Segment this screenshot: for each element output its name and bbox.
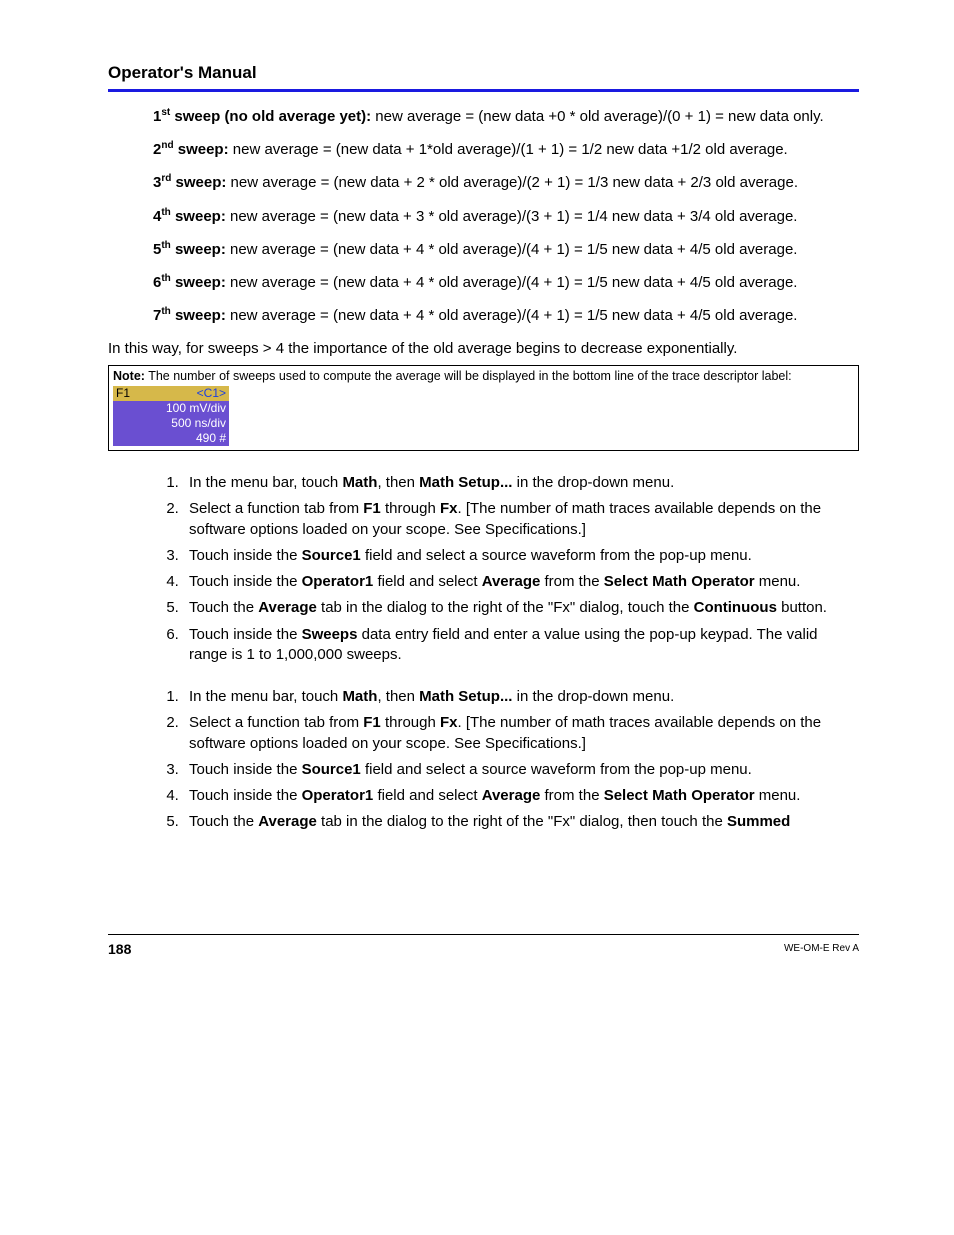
- step-a1: In the menu bar, touch Math, then Math S…: [183, 473, 859, 493]
- step-b3: Touch inside the Source1 field and selec…: [183, 760, 859, 780]
- steps-continuous: In the menu bar, touch Math, then Math S…: [153, 473, 859, 665]
- step-a6: Touch inside the Sweeps data entry field…: [183, 625, 859, 666]
- trace-line1: 100 mV/div: [113, 401, 229, 416]
- page-number: 188: [108, 940, 131, 959]
- trace-f1: F1: [116, 386, 130, 401]
- sweep-3: 3rd sweep: new average = (new data + 2 *…: [153, 172, 859, 193]
- sweep-2: 2nd sweep: new average = (new data + 1*o…: [153, 139, 859, 160]
- intro-body: In this way, for sweeps > 4 the importan…: [108, 339, 859, 359]
- step-a5: Touch the Average tab in the dialog to t…: [183, 598, 859, 618]
- step-a2: Select a function tab from F1 through Fx…: [183, 499, 859, 540]
- footer-rule: [108, 934, 859, 935]
- note-box: Note: The number of sweeps used to compu…: [108, 365, 859, 451]
- sweep-1: 1st sweep (no old average yet): new aver…: [153, 106, 859, 127]
- sweep-7: 7th sweep: new average = (new data + 4 *…: [153, 305, 859, 326]
- step-b4: Touch inside the Operator1 field and sel…: [183, 786, 859, 806]
- note-text: Note: The number of sweeps used to compu…: [113, 368, 854, 384]
- step-a4: Touch inside the Operator1 field and sel…: [183, 572, 859, 592]
- trace-line3: 490 #: [113, 431, 229, 446]
- sweep-5: 5th sweep: new average = (new data + 4 *…: [153, 239, 859, 260]
- step-b2: Select a function tab from F1 through Fx…: [183, 713, 859, 754]
- trace-c1: <C1>: [197, 386, 226, 401]
- sweep-4: 4th sweep: new average = (new data + 3 *…: [153, 206, 859, 227]
- trace-line2: 500 ns/div: [113, 416, 229, 431]
- steps-summed: In the menu bar, touch Math, then Math S…: [153, 687, 859, 833]
- trace-descriptor-label: F1 <C1> 100 mV/div 500 ns/div 490 #: [113, 386, 229, 446]
- sweep-6: 6th sweep: new average = (new data + 4 *…: [153, 272, 859, 293]
- step-b1: In the menu bar, touch Math, then Math S…: [183, 687, 859, 707]
- page-title: Operator's Manual: [108, 62, 859, 85]
- trace-head: F1 <C1>: [113, 386, 229, 401]
- doc-revision: WE-OM-E Rev A: [784, 942, 859, 956]
- step-a3: Touch inside the Source1 field and selec…: [183, 546, 859, 566]
- step-b5: Touch the Average tab in the dialog to t…: [183, 812, 859, 832]
- sweeps-section: 1st sweep (no old average yet): new aver…: [108, 106, 859, 327]
- header-rule: [108, 89, 859, 92]
